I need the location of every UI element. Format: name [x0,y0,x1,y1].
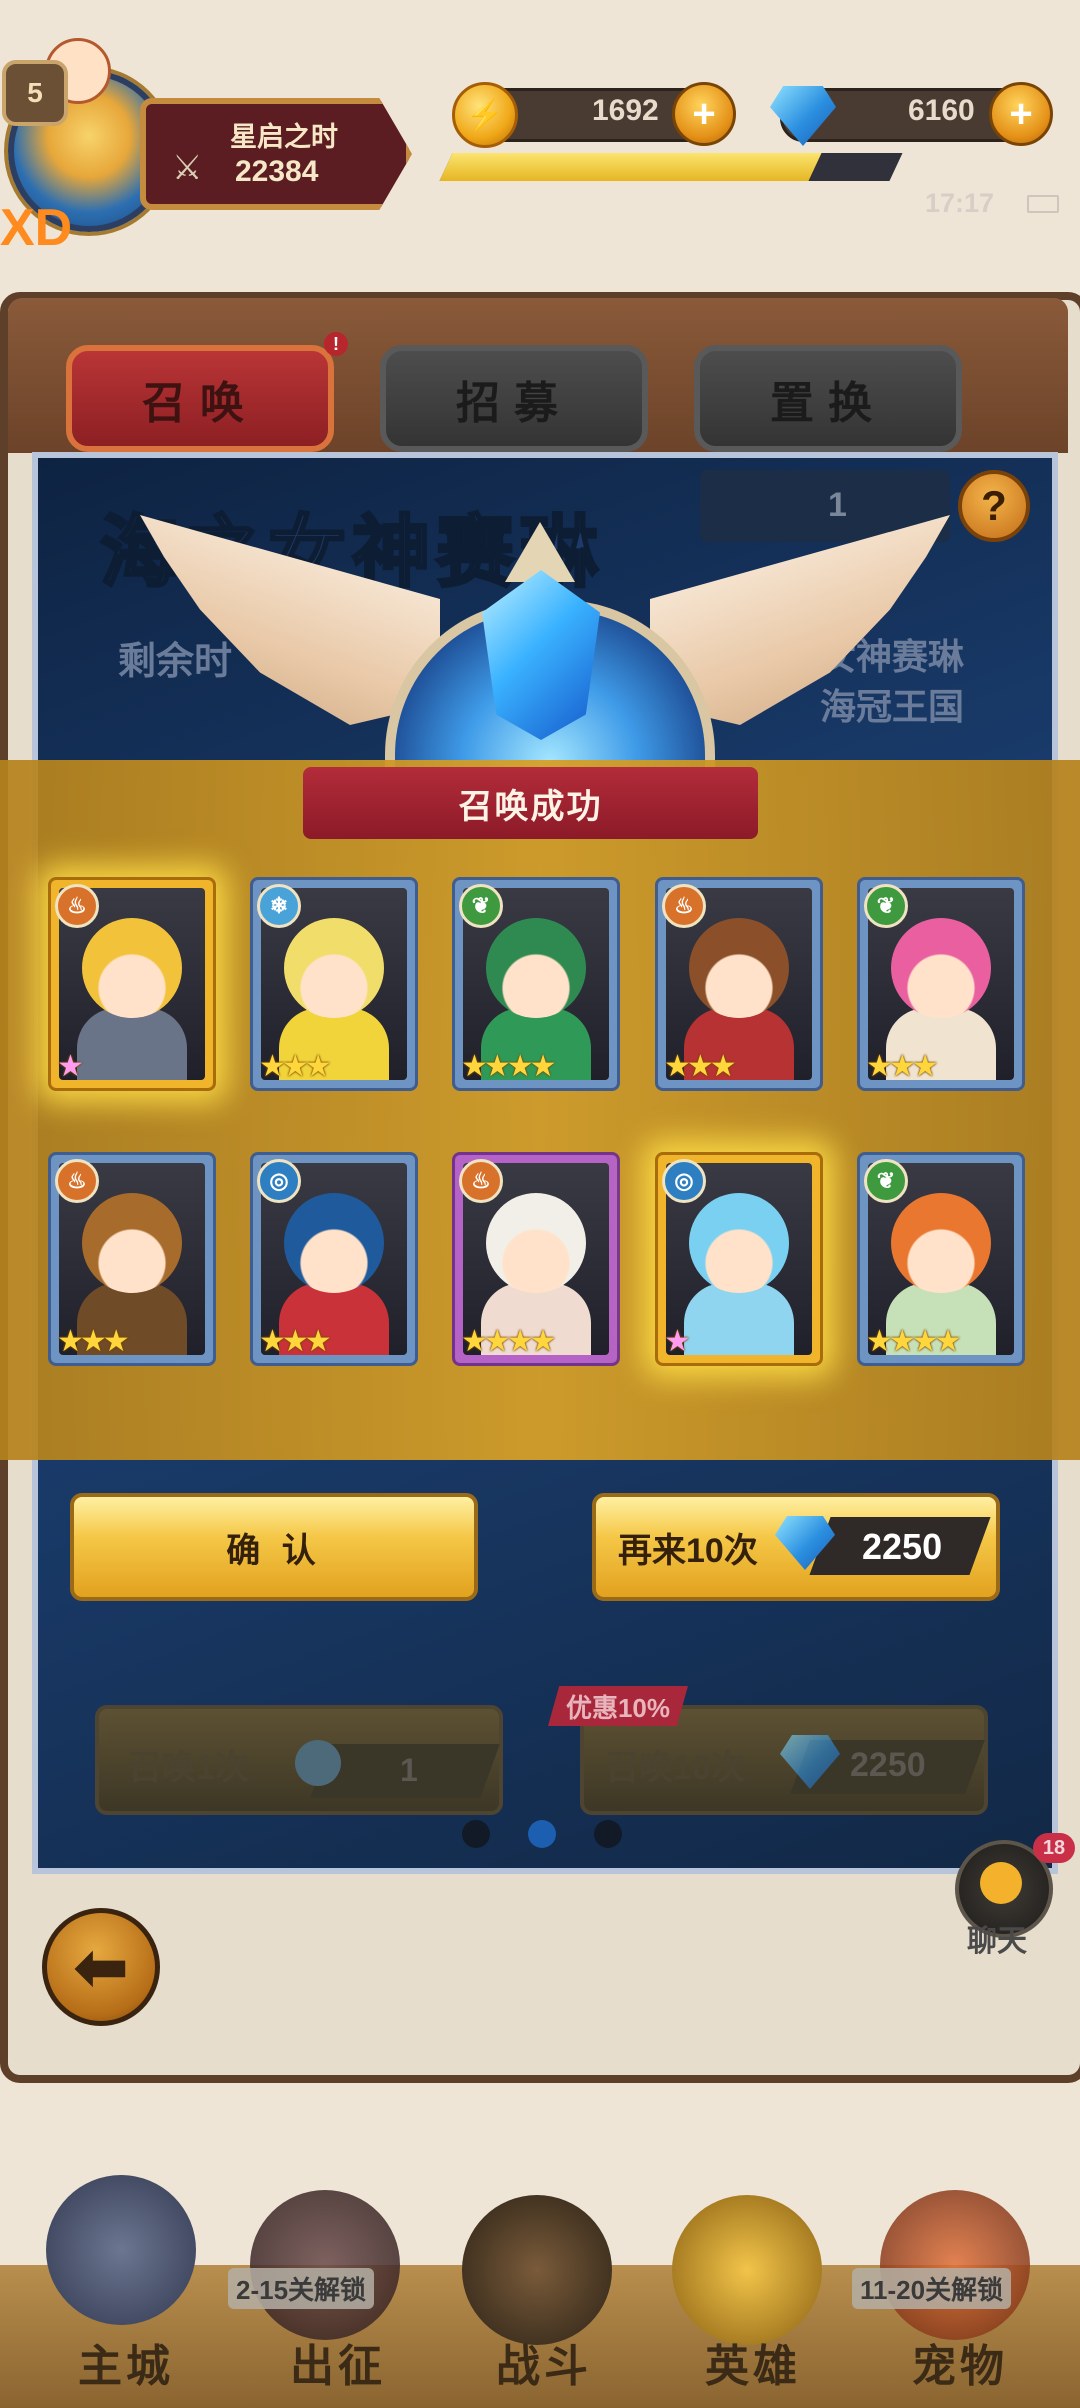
expedition-lock-tag: 2-15关解锁 [228,2268,375,2309]
coin-icon: ⚡ [452,82,518,148]
fire-element-icon: ♨ [55,884,99,928]
summon-result-title: 召唤成功 [303,767,758,839]
nature-element-icon: ❦ [864,1159,908,1203]
hero-card[interactable]: ♨ ★★★ [48,1152,216,1366]
battle-shield-icon [462,2195,612,2345]
hero-card[interactable]: ❦ ★★★★ [452,877,620,1091]
star-rating: ★ [57,1049,84,1084]
tab-exchange[interactable]: 置换 [694,345,962,452]
banner-remaining-label: 剩余时 [118,641,233,683]
chat-label: 聊天 [967,1925,1027,1958]
hero-card[interactable]: ❦ ★★★★ [857,1152,1025,1366]
add-coins-button[interactable]: + [672,82,736,146]
chat-unread-badge: 18 [1033,1833,1075,1863]
hero-card[interactable]: ♨ ★ [48,877,216,1091]
star-rating: ★★★ [866,1049,939,1084]
ice-element-icon: ❄ [257,884,301,928]
star-rating: ★★★ [57,1324,130,1359]
tab-recruit[interactable]: 招募 [380,345,648,452]
star-rating: ★★★ [259,1324,332,1359]
star-rating: ★★★ [259,1049,332,1084]
pet-dragon-icon [880,2190,1030,2340]
player-name: 星启之时 [230,122,338,152]
page-dot[interactable] [594,1820,622,1848]
summon-once-label: 召唤1次 [128,1749,249,1787]
hero-card[interactable]: ❄ ★★★ [250,877,418,1091]
fire-element-icon: ♨ [459,1159,503,1203]
hero-card[interactable]: ◎ ★★★ [250,1152,418,1366]
corner-logo-text: XD [0,199,73,257]
nav-pets[interactable]: 宠物 [912,2330,1008,2394]
battery-icon [1027,195,1059,213]
hero-card[interactable]: ♨ ★★★ [655,877,823,1091]
hero-head [891,1193,991,1293]
hero-head [689,1193,789,1293]
ticket-count: 1 [828,486,847,524]
player-power: 22384 [235,155,319,188]
confirm-button[interactable]: 确 认 [70,1493,478,1601]
nature-element-icon: ❦ [864,884,908,928]
star-rating: ★★★★ [461,1324,557,1359]
hero-head [284,1193,384,1293]
summon-once-cost: 1 [400,1752,418,1788]
hero-card[interactable]: ♨ ★★★★ [452,1152,620,1366]
ticket-icon [295,1740,341,1786]
expedition-icon [250,2190,400,2340]
summon-ten-label: 召唤10次 [605,1749,745,1787]
star-rating: ★ [664,1324,691,1359]
chat-icon [980,1862,1022,1904]
summon-again-label: 再来10次 [618,1531,758,1570]
coin-value: 1692 [592,94,659,127]
hero-head [486,918,586,1018]
add-gems-button[interactable]: + [989,82,1053,146]
banner-hero-kingdom: 海冠王国 [820,686,965,727]
fire-element-icon: ♨ [662,884,706,928]
nav-main-city[interactable]: 主城 [78,2330,174,2394]
star-rating: ★★★ [664,1049,737,1084]
player-level-badge: 5 [2,60,68,126]
hero-head [689,918,789,1018]
summon-ten-cost: 2250 [850,1746,926,1784]
nav-battle[interactable]: 战斗 [496,2330,592,2394]
water-element-icon: ◎ [662,1159,706,1203]
star-rating: ★★★★ [461,1049,557,1084]
pet-lock-tag: 11-20关解锁 [852,2268,1012,2309]
back-button[interactable]: ⬅ [42,1908,160,2026]
hero-head [486,1193,586,1293]
nav-expedition[interactable]: 出征 [290,2330,386,2394]
hero-helmet-icon [672,2195,822,2345]
nature-element-icon: ❦ [459,884,503,928]
exp-bar-fill [439,153,822,181]
page-dot-active[interactable] [528,1820,556,1848]
water-element-icon: ◎ [257,1159,301,1203]
tab-summon[interactable]: 召唤 [66,345,334,452]
tab-alert-badge: ! [324,332,348,356]
hero-card[interactable]: ❦ ★★★ [857,877,1025,1091]
summon-again-cost: 2250 [862,1526,943,1567]
page-dot[interactable] [462,1820,490,1848]
castle-icon [46,2175,196,2325]
hero-card[interactable]: ◎ ★ [655,1152,823,1366]
hero-body [684,1283,794,1355]
hero-head [891,918,991,1018]
discount-tag: 优惠10% [548,1686,688,1726]
hero-body [77,1008,187,1080]
hero-head [82,1193,182,1293]
hero-head [82,918,182,1018]
nav-heroes[interactable]: 英雄 [705,2330,801,2394]
crossed-swords-icon: ⚔ [172,148,203,188]
star-rating: ★★★★ [866,1324,962,1359]
help-button[interactable]: ? [958,470,1030,542]
fire-element-icon: ♨ [55,1159,99,1203]
gem-value: 6160 [908,94,975,127]
hero-head [284,918,384,1018]
clock: 17:17 [925,188,995,218]
